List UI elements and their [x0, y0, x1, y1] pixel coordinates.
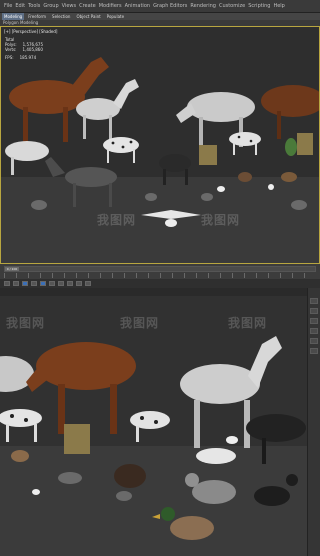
top-screenshot: File Edit Tools Group Views Create Modif…: [0, 0, 320, 288]
menu-item-customize[interactable]: Customize: [219, 3, 245, 9]
picture-frame-model: [297, 133, 313, 155]
track-bar[interactable]: [4, 273, 316, 278]
time-slider-thumb[interactable]: 0 / 100: [5, 267, 19, 271]
watermark-text: 我图网: [228, 316, 268, 330]
menu-item-animation[interactable]: Animation: [125, 3, 151, 9]
tab-selection[interactable]: Selection: [50, 13, 72, 20]
play-control-icon[interactable]: [13, 281, 19, 286]
key-mode-icon[interactable]: [22, 281, 28, 286]
menu-item-group[interactable]: Group: [43, 3, 58, 9]
pan-icon[interactable]: [76, 281, 82, 286]
watermark-text: 我图网: [6, 316, 46, 330]
status-bar: [0, 279, 320, 288]
animal-models-scene: [1, 27, 319, 263]
picture-frame-model: [199, 145, 217, 165]
menu-item-scripting[interactable]: Scripting: [248, 3, 270, 9]
timeline: 0 / 100: [0, 264, 320, 288]
command-panel-strip: [307, 288, 320, 556]
time-slider[interactable]: 0 / 100: [4, 266, 316, 272]
zoom-icon[interactable]: [67, 281, 73, 286]
play-control-icon[interactable]: [58, 281, 64, 286]
menu-bar: File Edit Tools Group Views Create Modif…: [0, 0, 320, 13]
watermark-text: 我图网: [97, 213, 137, 227]
menu-item-modifiers[interactable]: Modifiers: [99, 3, 122, 9]
menu-item-create[interactable]: Create: [79, 3, 96, 9]
play-control-icon[interactable]: [49, 281, 55, 286]
tab-object-paint[interactable]: Object Paint: [74, 13, 102, 20]
scene-statistics: Total Polys: 1,576,675 Verts: 1,405,860 FP…: [5, 37, 43, 60]
set-key-icon[interactable]: [40, 281, 46, 286]
goat-model: [196, 448, 236, 464]
ribbon-tabs: Modeling Freeform Selection Object Paint…: [0, 13, 320, 20]
command-panel-tab-icon[interactable]: [310, 298, 318, 304]
command-panel-tab-icon[interactable]: [310, 318, 318, 324]
orbit-icon[interactable]: [85, 281, 91, 286]
perspective-viewport[interactable]: [+] [Perspective] [Shaded] Total Polys: 1…: [0, 26, 320, 264]
stats-row: FPS: 185.974: [5, 55, 37, 60]
play-control-icon[interactable]: [4, 281, 10, 286]
viewport-label[interactable]: [+] [Perspective] [Shaded]: [4, 29, 58, 34]
menu-item-rendering[interactable]: Rendering: [190, 3, 216, 9]
menu-item-help[interactable]: Help: [273, 3, 284, 9]
bottom-screenshot: 我图网 我图网 我图网: [0, 288, 320, 556]
stats-row: Verts: 1,405,860: [5, 47, 43, 52]
command-panel-tab-icon[interactable]: [310, 328, 318, 334]
brown-dog-model: [114, 464, 146, 488]
menu-item-views[interactable]: Views: [62, 3, 76, 9]
menu-item-tools[interactable]: Tools: [28, 3, 40, 9]
picture-frame-model: [64, 424, 90, 454]
watermark-text: 我图网: [120, 316, 160, 330]
menu-item-file[interactable]: File: [4, 3, 12, 9]
parrot-model: [285, 138, 297, 156]
zoomed-perspective-viewport[interactable]: 我图网 我图网 我图网: [0, 296, 308, 556]
menu-item-graph-editors[interactable]: Graph Editors: [153, 3, 187, 9]
watermark-text: 我图网: [201, 213, 241, 227]
tab-populate[interactable]: Populate: [105, 13, 126, 20]
command-panel-tab-icon[interactable]: [310, 308, 318, 314]
animal-models-closeup: [0, 296, 308, 556]
tab-modeling[interactable]: Modeling: [2, 13, 25, 20]
command-panel-tab-icon[interactable]: [310, 338, 318, 344]
tab-freeform[interactable]: Freeform: [26, 13, 48, 20]
play-control-icon[interactable]: [31, 281, 37, 286]
command-panel-tab-icon[interactable]: [310, 348, 318, 354]
menu-item-edit[interactable]: Edit: [15, 3, 25, 9]
